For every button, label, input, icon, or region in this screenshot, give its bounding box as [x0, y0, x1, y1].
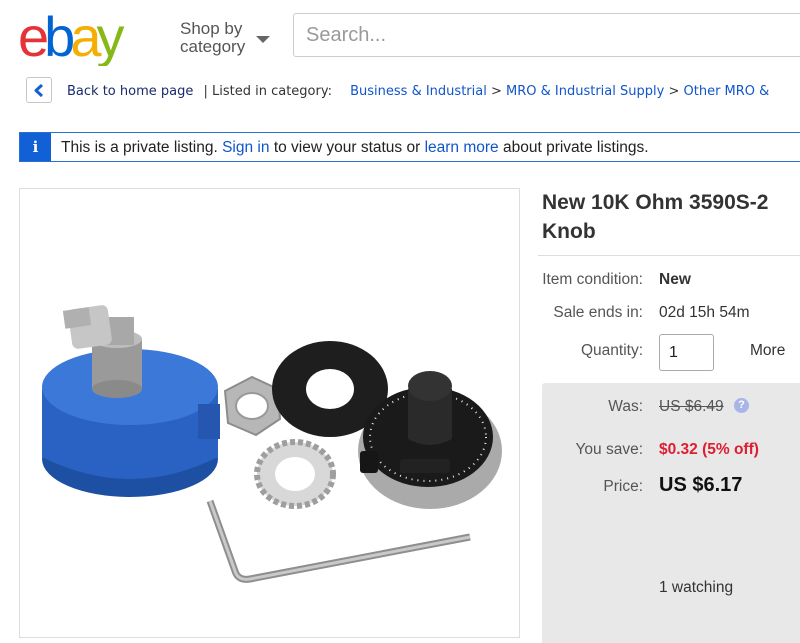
breadcrumb-separator: > — [668, 84, 680, 99]
price-box — [542, 383, 800, 643]
shop-by-line2: category — [180, 37, 246, 56]
svg-text:ebay: ebay — [18, 6, 124, 66]
was-price: US $6.49 — [659, 398, 724, 415]
shop-by-category-button[interactable]: Shop by category — [180, 20, 245, 56]
sign-in-link[interactable]: Sign in — [222, 139, 269, 156]
ebay-logo[interactable]: ebay — [18, 6, 168, 66]
chevron-left-icon — [34, 84, 44, 97]
quantity-label: Quantity: — [580, 342, 643, 359]
divider — [538, 255, 800, 256]
private-listing-banner: i This is a private listing. Sign in to … — [19, 132, 800, 162]
logo-letter-b: b — [44, 6, 73, 66]
chevron-down-icon[interactable] — [256, 36, 270, 43]
item-title-line2: Knob — [542, 220, 596, 243]
back-to-home-link[interactable]: Back to home page — [67, 84, 193, 99]
breadcrumb-item-business[interactable]: Business & Industrial — [350, 84, 487, 99]
potentiometer-kit-image — [42, 305, 502, 583]
item-title-line1: New 10K Ohm 3590S-2 — [542, 191, 769, 214]
savings-value: $0.32 (5% off) — [659, 441, 759, 458]
breadcrumb-separator: > — [490, 84, 502, 99]
banner-text-part: to view your status or — [273, 139, 421, 156]
breadcrumb: Back to home page | Listed in category: … — [67, 84, 769, 99]
current-price: US $6.17 — [659, 474, 743, 496]
sale-ends-label: Sale ends in: — [553, 304, 643, 321]
condition-label: Item condition: — [542, 271, 643, 288]
item-title: New 10K Ohm 3590S-2 Knob — [542, 188, 768, 246]
search-input[interactable] — [294, 14, 800, 56]
sale-ends-value: 02d 15h 54m — [659, 304, 750, 321]
product-image[interactable] — [19, 188, 520, 638]
learn-more-link[interactable]: learn more — [425, 139, 499, 156]
watching-count: 1 watching — [659, 579, 734, 596]
quantity-input[interactable] — [660, 335, 713, 370]
quantity-box[interactable] — [659, 334, 714, 371]
search-box[interactable] — [293, 13, 800, 57]
listed-in-label: | Listed in category: — [203, 84, 332, 99]
help-icon[interactable]: ? — [734, 398, 749, 413]
banner-text: This is a private listing. Sign in to vi… — [61, 139, 649, 157]
banner-text-part: This is a private listing. — [61, 139, 218, 156]
logo-letter-e: e — [18, 6, 47, 66]
you-save-label: You save: — [575, 441, 643, 458]
banner-text-part: about private listings. — [502, 139, 649, 156]
breadcrumb-item-other-mro[interactable]: Other MRO & — [684, 84, 770, 99]
price-label: Price: — [603, 478, 643, 495]
back-button[interactable] — [26, 77, 52, 103]
breadcrumb-item-mro[interactable]: MRO & Industrial Supply — [506, 84, 664, 99]
condition-value: New — [659, 271, 691, 288]
more-label: More — [750, 342, 786, 359]
was-label: Was: — [608, 398, 643, 415]
logo-letter-y: y — [96, 6, 124, 66]
info-icon: i — [20, 133, 51, 161]
shop-by-line1: Shop by — [180, 19, 243, 38]
